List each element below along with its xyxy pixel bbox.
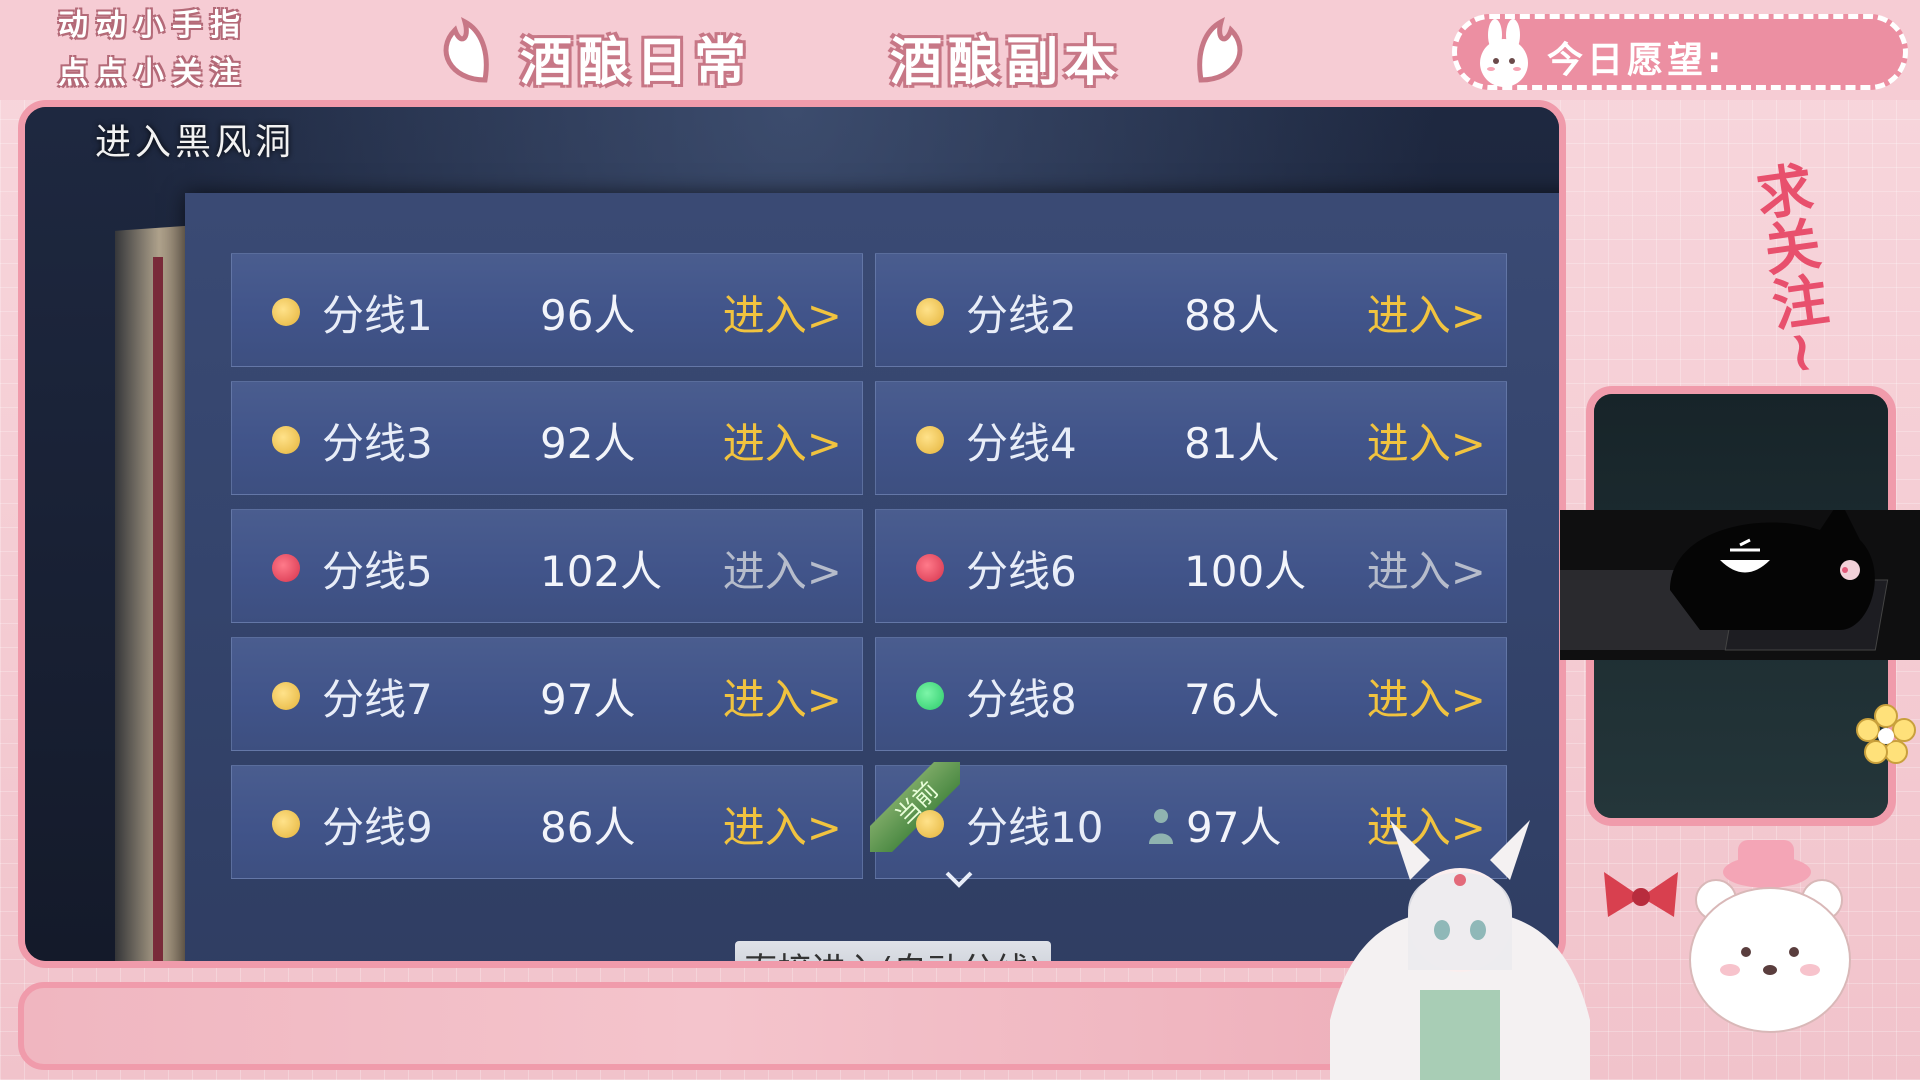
wing-left-icon <box>443 17 489 83</box>
line-player-count: 76人 <box>1184 675 1280 724</box>
line-2-button[interactable]: 分线2 88人 进入> <box>875 253 1507 367</box>
book-ribbon <box>153 257 163 961</box>
line-name: 分线9 <box>322 803 433 852</box>
line-player-count: 88人 <box>1184 291 1280 340</box>
status-dot-yellow <box>272 682 300 710</box>
overlay-bottom-bar <box>18 982 1398 1070</box>
status-dot-green <box>916 682 944 710</box>
line-7-button[interactable]: 分线7 97人 进入> <box>231 637 863 751</box>
fox-girl-mascot-icon <box>1330 820 1590 1080</box>
line-name: 分线10 <box>966 803 1104 852</box>
cat-keyboard-widget <box>1545 500 1920 660</box>
enter-link[interactable]: 进入> <box>1367 410 1486 471</box>
line-player-count: 97人 <box>1186 803 1282 852</box>
line-name: 分线3 <box>322 419 433 468</box>
line-name: 分线6 <box>966 547 1077 596</box>
enter-link[interactable]: 进入> <box>1367 282 1486 343</box>
black-cat-icon <box>1545 500 1889 651</box>
line-player-count: 96人 <box>540 291 636 340</box>
status-dot-yellow <box>916 426 944 454</box>
status-dot-red <box>916 554 944 582</box>
line-1-button[interactable]: 分线1 96人 进入> <box>231 253 863 367</box>
line-6-button[interactable]: 分线6 100人 进入> <box>875 509 1507 623</box>
wish-label: 今日愿望: <box>1547 40 1726 81</box>
line-name: 分线8 <box>966 675 1077 724</box>
line-player-count: 81人 <box>1184 419 1280 468</box>
overlay-tip-line1: 动动小手指 <box>58 8 248 43</box>
enter-link[interactable]: 进入> <box>1367 538 1486 599</box>
line-name: 分线1 <box>322 291 433 340</box>
enter-link[interactable]: 进入> <box>723 410 842 471</box>
status-dot-yellow <box>916 298 944 326</box>
line-name: 分线5 <box>322 547 433 596</box>
line-3-button[interactable]: 分线3 92人 进入> <box>231 381 863 495</box>
wing-right-icon <box>1197 17 1243 83</box>
line-player-count: 100人 <box>1184 547 1307 596</box>
line-9-button[interactable]: 分线9 86人 进入> <box>231 765 863 879</box>
current-line-label: 当前 <box>870 762 960 852</box>
enter-link[interactable]: 进入> <box>723 794 842 855</box>
line-player-count: 97人 <box>540 675 636 724</box>
overlay-tip-line2: 点点小关注 <box>58 56 248 91</box>
flower-icon <box>1856 704 1916 764</box>
person-icon <box>1149 809 1173 844</box>
status-dot-yellow <box>272 298 300 326</box>
line-5-button[interactable]: 分线5 102人 进入> <box>231 509 863 623</box>
enter-link[interactable]: 进入> <box>1367 666 1486 727</box>
line-4-button[interactable]: 分线4 81人 进入> <box>875 381 1507 495</box>
wish-box: 今日愿望: <box>1452 14 1908 90</box>
status-dot-yellow <box>272 810 300 838</box>
enter-link[interactable]: 进入> <box>723 666 842 727</box>
auto-enter-button[interactable]: 直接进入(自动分线) <box>735 941 1051 961</box>
line-8-button[interactable]: 分线8 76人 进入> <box>875 637 1507 751</box>
enter-link[interactable]: 进入> <box>723 538 842 599</box>
line-player-count: 102人 <box>540 547 663 596</box>
overlay-title-left: 酒酿日常 <box>520 33 753 93</box>
overlay-top-bar: 动动小手指 点点小关注 酒酿日常 酒酿副本 今日愿望: <box>0 0 1920 100</box>
status-dot-yellow <box>916 810 944 838</box>
dialog-title: 进入黑风洞 <box>95 122 296 163</box>
chevron-down-icon[interactable] <box>939 865 979 895</box>
bear-mascot-icon <box>1689 840 1851 1033</box>
line-name: 分线7 <box>322 675 433 724</box>
status-dot-yellow <box>272 426 300 454</box>
overlay-title-right: 酒酿副本 <box>890 33 1123 93</box>
line-name: 分线2 <box>966 291 1077 340</box>
enter-link[interactable]: 进入> <box>723 282 842 343</box>
line-player-count: 86人 <box>540 803 636 852</box>
line-player-count: 92人 <box>540 419 636 468</box>
current-line-tag: 当前 <box>870 762 960 852</box>
line-name: 分线4 <box>966 419 1077 468</box>
status-dot-red <box>272 554 300 582</box>
bunny-icon <box>1480 19 1528 87</box>
